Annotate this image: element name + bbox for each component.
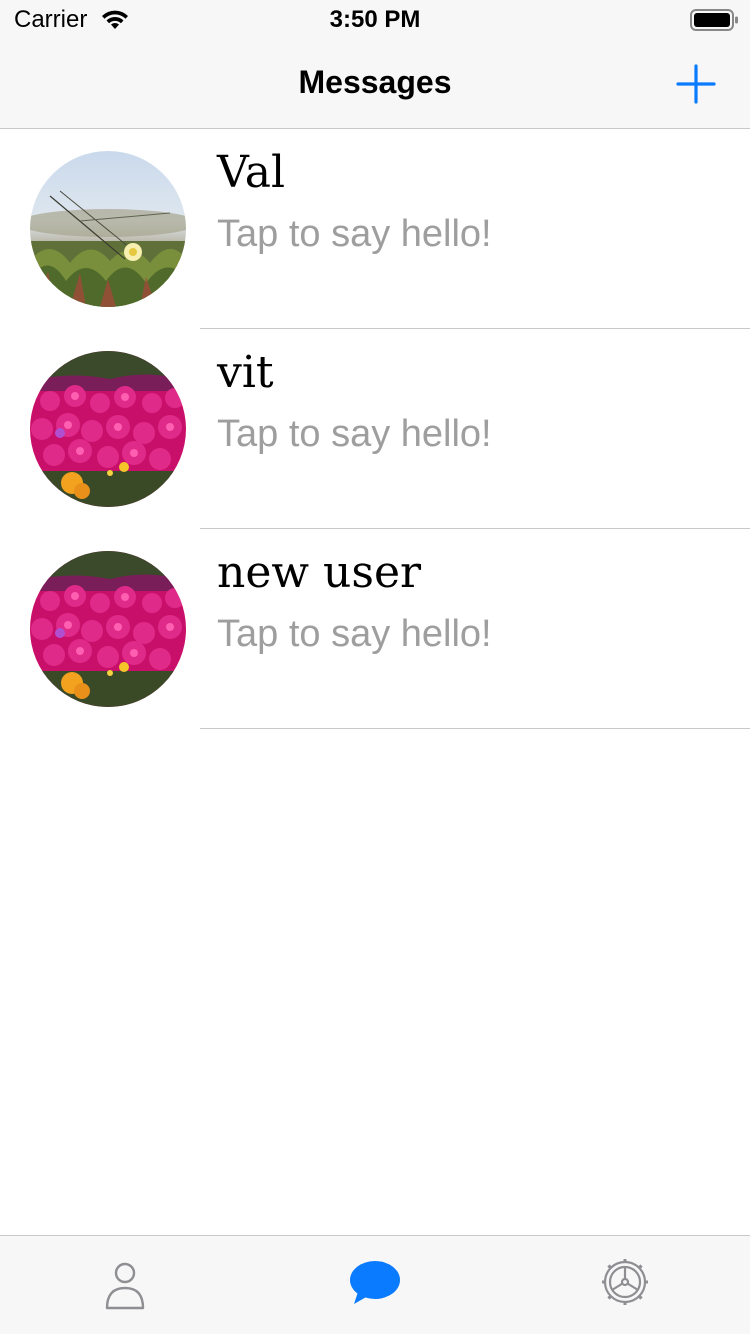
message-list: Val Tap to say hello! vit Tap to say hel… bbox=[0, 129, 750, 729]
avatar bbox=[30, 351, 186, 507]
plus-icon bbox=[676, 64, 716, 104]
person-icon bbox=[105, 1262, 145, 1310]
add-conversation-button[interactable] bbox=[670, 58, 722, 110]
tab-settings[interactable] bbox=[595, 1256, 655, 1316]
contact-name: new user bbox=[217, 547, 422, 598]
conversation-row[interactable]: new user Tap to say hello! bbox=[0, 529, 750, 729]
message-preview: Tap to say hello! bbox=[217, 613, 492, 655]
magenta-flowers-photo bbox=[30, 351, 186, 507]
status-time: 3:50 PM bbox=[329, 6, 421, 33]
avatar bbox=[30, 151, 186, 307]
row-separator bbox=[200, 728, 750, 729]
tab-bar bbox=[0, 1235, 750, 1334]
status-bar: Carrier 3:50 PM bbox=[0, 0, 750, 40]
tab-messages[interactable] bbox=[344, 1256, 404, 1316]
navigation-bar: Messages bbox=[0, 40, 750, 129]
chat-bubble-icon bbox=[350, 1261, 400, 1304]
dune-flower-photo bbox=[30, 151, 186, 307]
contact-name: vit bbox=[217, 347, 274, 398]
message-preview: Tap to say hello! bbox=[217, 213, 492, 255]
messages-screen: Carrier 3:50 PM Messages Val Tap to say … bbox=[0, 0, 750, 1334]
tab-profile[interactable] bbox=[95, 1256, 155, 1316]
conversation-row[interactable]: vit Tap to say hello! bbox=[0, 329, 750, 529]
message-preview: Tap to say hello! bbox=[217, 413, 492, 455]
conversation-row[interactable]: Val Tap to say hello! bbox=[0, 129, 750, 329]
gear-icon bbox=[602, 1259, 648, 1305]
contact-name: Val bbox=[217, 147, 286, 198]
page-title: Messages bbox=[298, 64, 452, 100]
avatar bbox=[30, 551, 186, 707]
magenta-flowers-photo bbox=[30, 551, 186, 707]
battery-icon bbox=[690, 9, 738, 31]
